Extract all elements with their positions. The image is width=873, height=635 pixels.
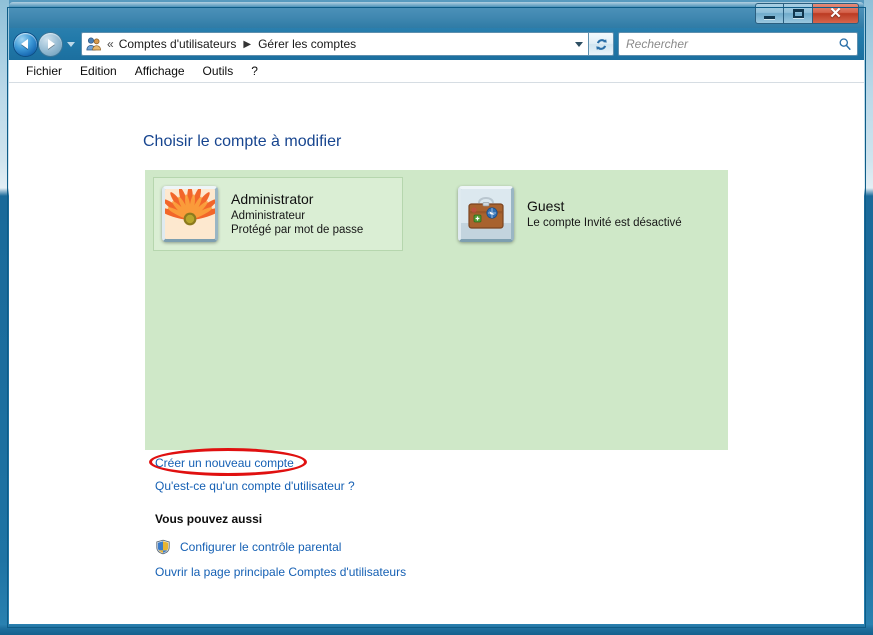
also-section-heading: Vous pouvez aussi [155,512,263,526]
account-status: Le compte Invité est désactivé [527,217,682,230]
recent-pages-button[interactable] [65,41,77,47]
what-is-user-account-link[interactable]: Qu'est-ce qu'un compte d'utilisateur ? [155,479,355,493]
arrow-right-icon [48,39,55,49]
account-tile-administrator[interactable]: Administrator Administrateur Protégé par… [153,177,403,251]
avatar [162,186,218,242]
account-type: Administrateur [231,210,306,223]
avatar [458,186,514,242]
search-icon [835,37,855,51]
accounts-panel: Administrator Administrateur Protégé par… [145,170,728,450]
address-bar-row: « Comptes d'utilisateurs ▶ Gérer les com… [9,28,864,60]
refresh-icon [595,38,607,50]
menu-item-fichier[interactable]: Fichier [17,62,71,80]
window-border-right [864,0,873,635]
window-controls: ✕ [755,3,859,24]
user-accounts-home-link[interactable]: Ouvrir la page principale Comptes d'util… [155,565,406,579]
menu-item-edition[interactable]: Edition [71,62,126,80]
maximize-icon [792,9,804,18]
navigation-buttons [14,32,79,56]
flower-avatar-icon [165,189,215,239]
arrow-left-icon [21,39,28,49]
account-name: Administrator [231,190,314,207]
minimize-icon [764,15,775,19]
content-area: Choisir le compte à modifier Administrat… [9,83,864,624]
window-frame: ✕ « Comptes d'utilisateurs ▶ Gérer les c… [0,0,873,635]
account-name: Guest [527,197,565,214]
minimize-button[interactable] [755,3,784,24]
search-input[interactable]: Rechercher [619,37,835,51]
menu-item-outils[interactable]: Outils [194,62,243,80]
back-button[interactable] [14,32,37,56]
close-button[interactable]: ✕ [813,3,859,24]
breadcrumb-item-manage-accounts[interactable]: Gérer les comptes [256,37,358,51]
window-border-left [0,0,9,635]
breadcrumb-overflow-icon[interactable]: « [106,37,117,51]
title-bar[interactable]: ✕ [0,0,873,28]
chevron-down-icon [67,41,75,47]
search-box[interactable]: Rechercher [618,32,858,56]
address-history-button[interactable] [570,34,588,54]
refresh-button[interactable] [589,32,614,56]
parental-control-row[interactable]: Configurer le contrôle parental [155,539,341,555]
account-tile-guest[interactable]: Guest Le compte Invité est désactivé [450,177,730,251]
breadcrumb-item-user-accounts[interactable]: Comptes d'utilisateurs [117,37,239,51]
uac-shield-icon [155,539,171,555]
chevron-down-icon [575,41,583,47]
menu-item-help[interactable]: ? [242,62,267,80]
parental-control-link[interactable]: Configurer le contrôle parental [180,540,341,554]
maximize-button[interactable] [784,3,813,24]
window-border-bottom [0,624,873,635]
users-icon [86,36,102,52]
suitcase-avatar-icon [461,189,511,239]
close-icon: ✕ [829,5,842,22]
breadcrumb-separator-icon: ▶ [243,38,252,50]
account-password-status: Protégé par mot de passe [231,224,364,237]
create-new-account-link[interactable]: Créer un nouveau compte [155,456,294,470]
account-info: Guest Le compte Invité est désactivé [527,198,682,230]
client-area: « Comptes d'utilisateurs ▶ Gérer les com… [9,28,864,624]
address-input[interactable]: « Comptes d'utilisateurs ▶ Gérer les com… [81,32,589,56]
menu-item-affichage[interactable]: Affichage [126,62,194,80]
forward-button[interactable] [39,32,62,56]
account-info: Administrator Administrateur Protégé par… [231,191,363,237]
page-title: Choisir le compte à modifier [143,133,342,150]
menu-bar: Fichier Edition Affichage Outils ? [9,60,864,82]
